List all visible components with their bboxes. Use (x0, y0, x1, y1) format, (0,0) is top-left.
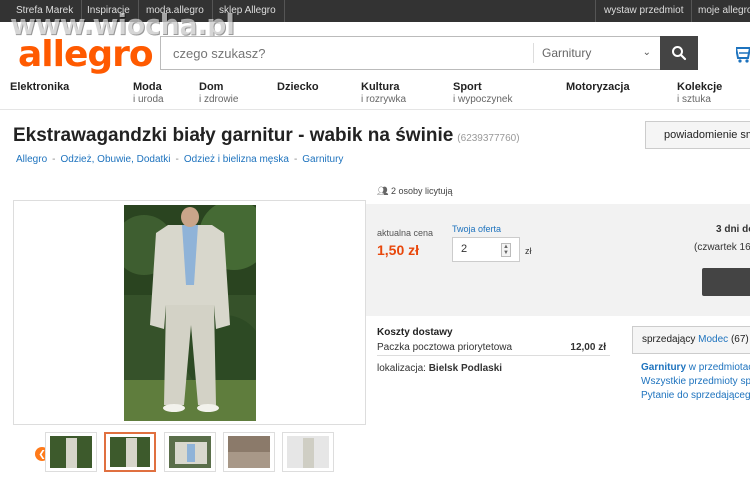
seller-label: sprzedający (642, 334, 696, 345)
users-icon: 👥︎ (377, 186, 389, 196)
bidders-count: 👥︎ 2 osoby licytują (377, 186, 453, 197)
breadcrumb-separator: - (175, 154, 179, 165)
item-title-text: Ekstrawagandzki biały garnitur - wabik n… (13, 125, 454, 146)
topbar-link-moda-allegro[interactable]: moda.allegro (138, 0, 213, 22)
category-label: Dziecko (277, 81, 319, 93)
thumbnail-image (50, 436, 92, 468)
category-sublabel: i sztuka (677, 94, 711, 105)
offer-input[interactable]: 2 ▲ ▼ (452, 237, 520, 262)
time-left: 3 dni do (716, 224, 750, 235)
breadcrumb-separator: - (52, 154, 56, 165)
topbar-link-strefa-marek[interactable]: Strefa Marek (8, 0, 83, 22)
category-sport[interactable]: Sport i wypoczynek (453, 81, 513, 106)
category-sublabel: i uroda (133, 94, 164, 105)
search-category-value: Garnitury (542, 46, 592, 60)
chevron-down-icon: ⌄ (642, 47, 651, 58)
item-id: (6239377760) (457, 133, 520, 144)
category-label: Dom (199, 81, 224, 93)
thumbnail-image (287, 436, 329, 468)
category-kultura[interactable]: Kultura i rozrywka (361, 81, 407, 106)
thumbnail[interactable] (164, 432, 216, 472)
price-panel: aktualna cena 1,50 zł Twoja oferta 2 ▲ ▼ … (366, 204, 750, 316)
bidders-text: 2 osoby licytują (390, 186, 453, 196)
allegro-item-page: Strefa Marek Inspiracje moda.allegro skl… (0, 0, 750, 479)
category-sublabel: i zdrowie (199, 94, 239, 105)
shipping-row: Paczka pocztowa priorytetowa 12,00 zł (377, 342, 610, 356)
item-location: lokalizacja: Bielsk Podlaski (377, 363, 502, 374)
seller-all-items-link[interactable]: Wszystkie przedmioty spr (641, 375, 750, 389)
shipping-title: Koszty dostawy (377, 327, 453, 338)
top-bar: Strefa Marek Inspiracje moda.allegro skl… (0, 0, 750, 22)
category-nav: Elektronika Moda i uroda Dom i zdrowie D… (0, 82, 750, 110)
price-label: aktualna cena (377, 228, 434, 238)
category-elektronika[interactable]: Elektronika (10, 82, 69, 94)
category-label: Sport (453, 81, 482, 93)
main-photo[interactable] (124, 205, 256, 421)
breadcrumb-odziez-meska[interactable]: Odzież i bielizna męska (184, 154, 289, 165)
shipping-cost: 12,00 zł (570, 342, 606, 353)
thumbnail-image (110, 437, 150, 467)
location-label: lokalizacja: (377, 363, 426, 374)
seller-button[interactable]: sprzedający Modec (67) (632, 326, 750, 354)
seller-nick[interactable]: Modec (698, 334, 728, 345)
current-price: 1,50 zł (377, 242, 420, 258)
cart-icon[interactable] (736, 44, 750, 64)
thumbnail[interactable] (282, 432, 334, 472)
category-dziecko[interactable]: Dziecko (277, 82, 319, 94)
seller-category-suffix: w przedmiotach (688, 362, 750, 373)
seller-category-name: Garnitury (641, 362, 687, 373)
ask-seller-link[interactable]: Pytanie do sprzedającego (641, 389, 750, 403)
currency-label: zł (525, 246, 532, 256)
thumbnail[interactable] (223, 432, 275, 472)
category-label: Elektronika (10, 81, 70, 93)
allegro-logo[interactable]: allegro (18, 34, 154, 75)
search-category-select[interactable]: Garnitury ⌄ (533, 43, 661, 63)
shipping-method: Paczka pocztowa priorytetowa (377, 342, 513, 353)
breadcrumb-allegro[interactable]: Allegro (16, 154, 47, 165)
search-bar: Garnitury ⌄ (160, 36, 698, 70)
item-title: Ekstrawagandzki biały garnitur - wabik n… (13, 125, 520, 147)
suit-photo-image (124, 205, 256, 421)
thumbnail-image (169, 436, 211, 468)
topbar-link-wystaw-przedmiot[interactable]: wystaw przedmiot (595, 0, 693, 22)
search-button[interactable] (660, 36, 698, 70)
sms-notification-button[interactable]: powiadomienie sms (645, 121, 750, 149)
bid-button[interactable] (702, 268, 750, 296)
thumbnail[interactable] (45, 432, 97, 472)
thumbnail-image (228, 436, 270, 468)
category-moda[interactable]: Moda i uroda (133, 81, 164, 106)
offer-value: 2 (461, 243, 468, 255)
search-input[interactable] (161, 37, 533, 69)
topbar-link-moje-allegro[interactable]: moje allegro (690, 0, 750, 22)
seller-links: Garnitury w przedmiotach Wszystkie przed… (641, 361, 750, 403)
seller-rating: (67) (730, 334, 749, 345)
category-sublabel: i wypoczynek (453, 94, 513, 105)
thumbnail-active[interactable] (104, 432, 156, 472)
category-label: Kolekcje (677, 81, 723, 93)
main-photo-frame (13, 200, 366, 425)
breadcrumb-separator: - (293, 154, 298, 165)
breadcrumb: Allegro - Odzież, Obuwie, Dodatki - Odzież i… (16, 154, 343, 165)
category-label: Motoryzacja (566, 81, 630, 93)
search-icon (672, 46, 687, 61)
category-motoryzacja[interactable]: Motoryzacja (566, 82, 630, 94)
category-dom[interactable]: Dom i zdrowie (199, 81, 239, 106)
seller-category-link[interactable]: Garnitury w przedmiotach (641, 361, 750, 375)
topbar-link-sklep-allegro[interactable]: sklep Allegro (211, 0, 285, 22)
end-date: (czwartek 16 (694, 242, 750, 253)
breadcrumb-odziez-obuwie[interactable]: Odzież, Obuwie, Dodatki (60, 154, 170, 165)
location-value: Bielsk Podlaski (428, 363, 503, 374)
category-sublabel: i rozrywka (361, 94, 407, 105)
offer-stepper[interactable]: ▲ ▼ (501, 243, 511, 257)
topbar-link-inspiracje[interactable]: Inspiracje (79, 0, 139, 22)
category-kolekcje[interactable]: Kolekcje i sztuka (677, 81, 723, 106)
offer-label[interactable]: Twoja oferta (452, 224, 501, 234)
category-label: Kultura (361, 81, 400, 93)
category-label: Moda (133, 81, 162, 93)
breadcrumb-garnitury[interactable]: Garnitury (302, 154, 343, 165)
